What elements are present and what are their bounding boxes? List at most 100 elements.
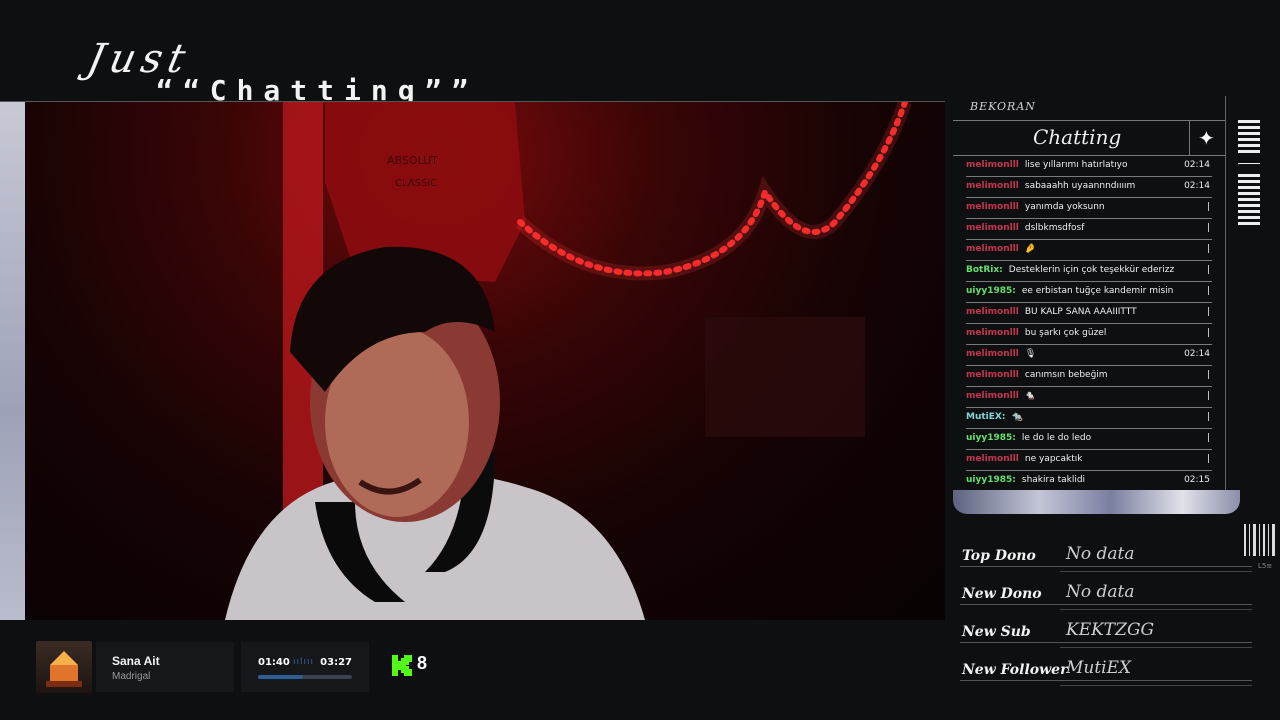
now-playing-panel: Sana Ait Madrigal: [96, 642, 234, 692]
chat-username[interactable]: melimonlll: [966, 391, 1019, 401]
chat-username[interactable]: melimonlll: [966, 181, 1019, 191]
stat-divider: [960, 566, 1252, 567]
chat-text: 🤌: [1024, 244, 1037, 254]
chat-message: MutiEX: 🐀 |: [966, 408, 1212, 429]
chat-message: BotRix: Desteklerin için çok teşekkür ede…: [966, 261, 1212, 282]
chat-timestamp: 02:15: [1184, 475, 1210, 485]
chat-text: dslbkmsdfosf: [1024, 223, 1085, 233]
song-artist: Madrigal: [112, 671, 151, 682]
chat-username[interactable]: uiyy1985:: [966, 433, 1016, 443]
stat-divider: [1060, 685, 1252, 686]
chat-message: melimonlll bu şarkı çok güzel |: [966, 324, 1212, 345]
chat-timestamp: 02:14: [1184, 349, 1210, 359]
stat-divider: [960, 642, 1252, 643]
chat-message: melimonlll 🤌 |: [966, 240, 1212, 261]
chat-message: uiyy1985: le do le do ledo |: [966, 429, 1212, 450]
chat-username[interactable]: melimonlll: [966, 202, 1019, 212]
chat-message: melimonlll lise yıllarımı hatırlatıyo 02:1…: [966, 156, 1212, 177]
chat-text: 🐁: [1024, 391, 1037, 401]
chat-message: melimonlll 🐁 |: [966, 387, 1212, 408]
chat-timestamp: |: [1206, 223, 1210, 233]
stat-row: New Sub KEKTZGG: [960, 618, 1252, 656]
chat-message-list[interactable]: melimonlll lise yıllarımı hatırlatıyo 02:1…: [966, 156, 1212, 513]
chat-text: 🎙: [1024, 349, 1037, 359]
barcode-label: L5≡: [1258, 562, 1273, 570]
stat-value: No data: [1066, 544, 1135, 564]
chat-username[interactable]: uiyy1985:: [966, 286, 1016, 296]
waveform-icon: ıılııı: [293, 657, 315, 667]
webcam-feed: ABSOLUT CLASSIC: [25, 102, 945, 620]
chat-username[interactable]: melimonlll: [966, 160, 1019, 170]
stat-divider: [960, 680, 1252, 681]
chat-text: 🐀: [1011, 412, 1023, 422]
chrome-bar: [953, 490, 1240, 514]
chat-timestamp: |: [1206, 328, 1210, 338]
stat-value: No data: [1066, 582, 1135, 602]
chat-message: melimonlll 🎙 02:14: [966, 345, 1212, 366]
viewer-count: 8: [417, 653, 428, 673]
stat-value: MutiEX: [1066, 658, 1132, 678]
chat-timestamp: |: [1206, 454, 1210, 464]
stat-divider: [960, 604, 1252, 605]
chat-header: Chatting ✦: [953, 120, 1225, 156]
chat-timestamp: |: [1206, 391, 1210, 401]
stat-divider: [1060, 571, 1252, 572]
stat-label: New Sub: [962, 624, 1031, 640]
chat-channel-name: BEKORAN: [970, 100, 1036, 113]
stat-label: Top Dono: [962, 548, 1036, 564]
chat-username[interactable]: MutiEX:: [966, 412, 1005, 422]
chat-text: ee erbistan tuğçe kandemir misin: [1021, 286, 1174, 296]
chat-message: melimonlll yanımda yoksunn |: [966, 198, 1212, 219]
chat-username[interactable]: melimonlll: [966, 328, 1019, 338]
poster-text-1: ABSOLUT: [387, 154, 438, 167]
stat-row: New Follower MutiEX: [960, 656, 1252, 694]
chat-text: ne yapcaktık: [1024, 454, 1083, 464]
kick-logo-icon: [392, 655, 412, 676]
stat-row: Top Dono No data: [960, 542, 1252, 580]
chat-timestamp: |: [1206, 202, 1210, 212]
chat-timestamp: |: [1206, 307, 1210, 317]
progress-fill: [258, 675, 304, 679]
chat-timestamp: |: [1206, 433, 1210, 443]
chat-username[interactable]: melimonlll: [966, 244, 1019, 254]
chat-username[interactable]: melimonlll: [966, 307, 1019, 317]
chat-timestamp: 02:14: [1184, 160, 1210, 170]
chat-text: sabaaahh uyaannndıııım: [1024, 181, 1136, 191]
chat-text: yanımda yoksunn: [1024, 202, 1105, 212]
chat-username[interactable]: melimonlll: [966, 223, 1019, 233]
stat-label: New Follower: [962, 662, 1068, 678]
playback-panel: 01:40 ıılııı 03:27: [241, 642, 369, 692]
chat-message: melimonlll sabaaahh uyaannndıııım 02:14: [966, 177, 1212, 198]
progress-bar: [258, 675, 352, 679]
stat-divider: [1060, 609, 1252, 610]
frame-strip: [0, 102, 25, 620]
chat-message: uiyy1985: ee erbistan tuğçe kandemir misi…: [966, 282, 1212, 303]
chat-username[interactable]: melimonlll: [966, 454, 1019, 464]
chat-text: Desteklerin için çok teşekkür ederizz: [1008, 265, 1175, 275]
webcam-frame: ABSOLUT CLASSIC: [0, 102, 945, 620]
barcode-vertical: [1238, 120, 1260, 228]
chat-message: melimonlll ne yapcaktık |: [966, 450, 1212, 471]
stat-value: KEKTZGG: [1066, 620, 1155, 640]
chat-username[interactable]: melimonlll: [966, 370, 1019, 380]
chat-message: melimonlll BU KALP SANA AAAIIITTT |: [966, 303, 1212, 324]
chat-timestamp: 02:14: [1184, 181, 1210, 191]
chat-username[interactable]: melimonlll: [966, 349, 1019, 359]
chat-text: bu şarkı çok güzel: [1024, 328, 1107, 338]
stat-divider: [1060, 647, 1252, 648]
chat-username[interactable]: BotRix:: [966, 265, 1003, 275]
chat-username[interactable]: uiyy1985:: [966, 475, 1016, 485]
webcam-scene: ABSOLUT CLASSIC: [225, 102, 912, 620]
stat-label: New Dono: [962, 586, 1042, 602]
chat-text: canımsın bebeğim: [1024, 370, 1108, 380]
chat-timestamp: |: [1206, 370, 1210, 380]
poster-text-2: CLASSIC: [395, 178, 437, 189]
chat-text: shakira taklidi: [1021, 475, 1086, 485]
chat-header-title: Chatting: [1033, 125, 1122, 149]
chat-header-divider: [1189, 121, 1190, 155]
sparkle-icon: ✦: [1198, 126, 1215, 150]
stat-row: New Dono No data: [960, 580, 1252, 618]
chat-timestamp: |: [1206, 286, 1210, 296]
album-art-image: [46, 651, 82, 687]
chat-message: uiyy1985: shakira taklidi 02:15: [966, 471, 1212, 492]
